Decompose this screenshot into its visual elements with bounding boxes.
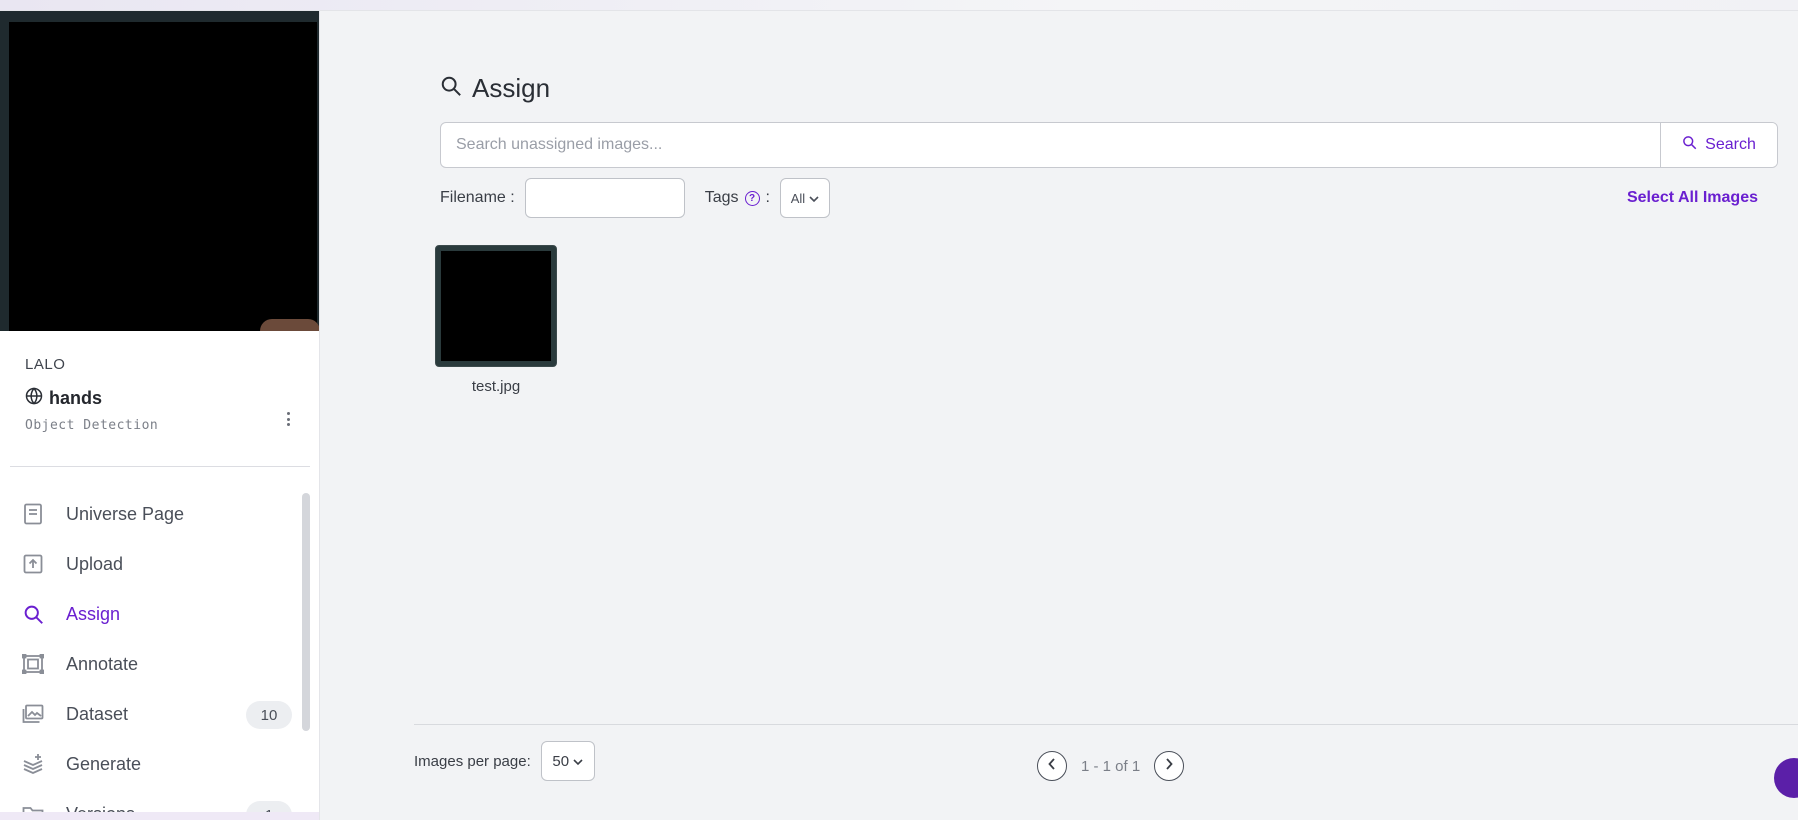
per-page-label: Images per page: [414,752,531,770]
project-cover-image [0,11,319,331]
sidebar-item-annotate[interactable]: Annotate [0,639,300,689]
tags-label-group: Tags ? : [705,189,770,207]
tags-select-value: All [790,190,806,206]
generate-icon [22,753,44,775]
images-icon [22,703,44,725]
sidebar-item-label: Annotate [66,653,139,674]
sidebar-scrollbar[interactable] [302,493,310,731]
previous-page-button[interactable] [1037,751,1067,781]
upload-icon [22,553,44,575]
chevron-down-icon [809,191,819,206]
chevron-down-icon [573,753,583,770]
next-page-button[interactable] [1154,751,1185,781]
search-icon [440,75,462,102]
dataset-count-badge: 10 [246,701,292,729]
globe-icon [25,387,43,410]
images-per-page: Images per page: 50 [414,741,595,781]
workspace-name: LALO [25,356,66,373]
book-icon [22,503,44,525]
sidebar-divider [10,466,310,467]
per-page-value: 50 [552,752,570,770]
sidebar: LALO hands Object Detection Universe Pag… [0,11,320,820]
top-bar [0,0,1798,11]
project-name[interactable]: hands [49,388,102,409]
project-info: LALO hands Object Detection [25,356,295,433]
image-grid: test.jpg [435,245,557,395]
image-card[interactable]: test.jpg [435,245,557,395]
page-header: Assign [440,73,550,104]
search-button[interactable]: Search [1660,123,1777,167]
sidebar-item-generate[interactable]: Generate [0,739,300,789]
tags-label: Tags [704,189,739,206]
page-range: 1 - 1 of 1 [1081,757,1141,775]
pager: 1 - 1 of 1 [1037,751,1185,781]
search-input[interactable] [441,123,1660,167]
tags-colon: : [765,189,770,206]
filename-label: Filename : [440,189,515,206]
sidebar-item-label: Generate [66,753,142,774]
filename-input[interactable] [524,178,685,218]
image-filename: test.jpg [471,378,521,395]
sidebar-nav: Universe Page Upload Assign Annotate Dat… [0,489,300,820]
sidebar-item-dataset[interactable]: Dataset 10 [0,689,300,739]
per-page-select[interactable]: 50 [540,741,595,781]
sidebar-item-label: Dataset [66,703,129,724]
filter-bar: Filename : Tags ? : All Select All Image… [440,178,1778,218]
annotate-icon [22,653,44,675]
search-icon [22,603,44,625]
search-button-label: Search [1705,136,1756,153]
chevron-left-icon [1048,757,1056,775]
help-icon[interactable]: ? [744,190,760,206]
tags-select[interactable]: All [779,178,830,218]
search-icon [1682,135,1697,155]
select-all-images-button[interactable]: Select All Images [1627,189,1758,207]
search-bar: Search [440,122,1778,168]
sidebar-item-label: Assign [66,603,121,624]
sidebar-item-universe-page[interactable]: Universe Page [0,489,300,539]
more-options-icon[interactable] [281,408,295,430]
sidebar-item-upload[interactable]: Upload [0,539,300,589]
main-content: Assign Search Filename : Tags ? : All Se… [320,11,1798,820]
pagination-footer: Images per page: 50 1 - 1 of 1 [414,724,1798,820]
chevron-right-icon [1165,757,1173,775]
sidebar-item-label: Upload [66,553,124,574]
sidebar-item-assign[interactable]: Assign [0,589,300,639]
sidebar-item-label: Universe Page [66,503,185,524]
project-type: Object Detection [25,418,159,433]
image-thumbnail[interactable] [435,245,557,367]
page-title: Assign [472,73,551,103]
